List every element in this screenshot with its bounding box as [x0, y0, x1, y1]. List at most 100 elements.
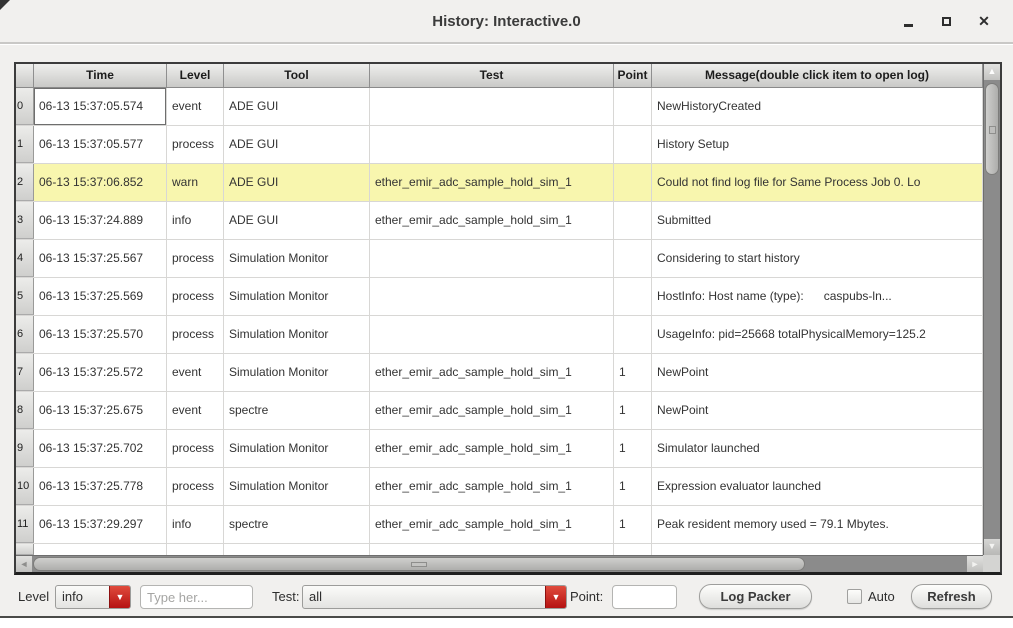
cell-tool[interactable]: ADE GUI	[224, 88, 370, 125]
cell-time[interactable]: 06-13 15:37:24.889	[34, 202, 167, 239]
cell-message[interactable]: NewPoint	[652, 354, 983, 391]
scroll-down-icon[interactable]: ▼	[984, 539, 1000, 555]
cell-level[interactable]: info	[167, 506, 224, 543]
cell-time[interactable]: 06-13 15:37:25.702	[34, 430, 167, 467]
test-dropdown[interactable]: all ▼	[302, 585, 567, 609]
cell-tool[interactable]: Simulation Monitor	[224, 316, 370, 353]
table-row[interactable]: 006-13 15:37:05.574eventADE GUINewHistor…	[16, 88, 983, 126]
cell-level[interactable]: process	[167, 240, 224, 277]
scroll-left-icon[interactable]: ◄	[16, 556, 32, 572]
cell-time[interactable]: 06-13 15:37:25.675	[34, 392, 167, 429]
cell-message[interactable]: Peak resident memory used = 79.1 Mbytes.	[652, 506, 983, 543]
cell-message[interactable]: Expression evaluator launched	[652, 468, 983, 505]
cell-time[interactable]: 06-13 15:37:25.572	[34, 354, 167, 391]
table-row[interactable]: 806-13 15:37:25.675eventspectreether_emi…	[16, 392, 983, 430]
cell-time[interactable]: 06-13 15:37:05.574	[34, 88, 167, 125]
table-row[interactable]: 506-13 15:37:25.569processSimulation Mon…	[16, 278, 983, 316]
cell-test[interactable]	[370, 278, 614, 315]
cell-tool[interactable]: spectre	[224, 392, 370, 429]
search-input[interactable]	[140, 585, 253, 609]
titlebar[interactable]: History: Interactive.0 ✕	[0, 0, 1013, 44]
column-header-time[interactable]: Time	[34, 64, 167, 87]
cell-time[interactable]: 06-13 15:37:25.778	[34, 468, 167, 505]
table-row[interactable]: 206-13 15:37:06.852warnADE GUIether_emir…	[16, 164, 983, 202]
horizontal-scrollbar[interactable]: ◄ ►	[16, 555, 983, 572]
cell-point[interactable]: 1	[614, 506, 652, 543]
cell-tool[interactable]: Simulation Monitor	[224, 430, 370, 467]
cell-level[interactable]: event	[167, 392, 224, 429]
table-row[interactable]: 606-13 15:37:25.570processSimulation Mon…	[16, 316, 983, 354]
log-packer-button[interactable]: Log Packer	[699, 584, 812, 609]
cell-level[interactable]: warn	[167, 164, 224, 201]
cell-tool[interactable]: ADE GUI	[224, 202, 370, 239]
column-header-test[interactable]: Test	[370, 64, 614, 87]
table-row[interactable]: 106-13 15:37:05.577processADE GUIHistory…	[16, 126, 983, 164]
cell-tool[interactable]: Simulation Monitor	[224, 354, 370, 391]
table-row[interactable]: 406-13 15:37:25.567processSimulation Mon…	[16, 240, 983, 278]
level-dropdown[interactable]: info ▼	[55, 585, 131, 609]
cell-test[interactable]	[370, 126, 614, 163]
cell-test[interactable]	[370, 88, 614, 125]
column-header-tool[interactable]: Tool	[224, 64, 370, 87]
table-row[interactable]: 306-13 15:37:24.889infoADE GUIether_emir…	[16, 202, 983, 240]
cell-point[interactable]	[614, 240, 652, 277]
cell-message[interactable]: UsageInfo: pid=25668 totalPhysicalMemory…	[652, 316, 983, 353]
cell-level[interactable]: event	[167, 88, 224, 125]
cell-tool[interactable]: ADE GUI	[224, 126, 370, 163]
cell-message[interactable]: Simulator launched	[652, 430, 983, 467]
cell-test[interactable]: ether_emir_adc_sample_hold_sim_1	[370, 202, 614, 239]
cell-message[interactable]: Considering to start history	[652, 240, 983, 277]
cell-time[interactable]: 06-13 15:37:25.569	[34, 278, 167, 315]
cell-time[interactable]: 06-13 15:37:06.852	[34, 164, 167, 201]
cell-point[interactable]	[614, 126, 652, 163]
table-row[interactable]: 1006-13 15:37:25.778processSimulation Mo…	[16, 468, 983, 506]
cell-point[interactable]: 1	[614, 468, 652, 505]
cell-level[interactable]: process	[167, 430, 224, 467]
column-header-message[interactable]: Message(double click item to open log)	[652, 64, 983, 87]
cell-time[interactable]: 06-13 15:37:25.570	[34, 316, 167, 353]
vertical-scrollbar[interactable]: ▲ ▼	[983, 64, 1000, 555]
cell-test[interactable]: ether_emir_adc_sample_hold_sim_1	[370, 430, 614, 467]
cell-point[interactable]	[614, 202, 652, 239]
column-header-level[interactable]: Level	[167, 64, 224, 87]
cell-point[interactable]	[614, 278, 652, 315]
cell-tool[interactable]: Simulation Monitor	[224, 240, 370, 277]
cell-message[interactable]: Submitted	[652, 202, 983, 239]
scroll-right-icon[interactable]: ►	[967, 556, 983, 572]
cell-level[interactable]: process	[167, 468, 224, 505]
cell-test[interactable]	[370, 316, 614, 353]
cell-time[interactable]: 06-13 15:37:25.567	[34, 240, 167, 277]
cell-message[interactable]: History Setup	[652, 126, 983, 163]
cell-level[interactable]: process	[167, 316, 224, 353]
vertical-scrollbar-thumb[interactable]	[985, 83, 999, 175]
maximize-button[interactable]	[935, 10, 957, 32]
cell-test[interactable]: ether_emir_adc_sample_hold_sim_1	[370, 354, 614, 391]
cell-point[interactable]	[614, 164, 652, 201]
cell-level[interactable]: process	[167, 278, 224, 315]
cell-test[interactable]: ether_emir_adc_sample_hold_sim_1	[370, 164, 614, 201]
cell-level[interactable]: process	[167, 126, 224, 163]
cell-point[interactable]: 1	[614, 392, 652, 429]
point-input[interactable]	[612, 585, 677, 609]
close-button[interactable]: ✕	[973, 10, 995, 32]
cell-time[interactable]: 06-13 15:37:29.297	[34, 506, 167, 543]
auto-checkbox[interactable]	[847, 589, 862, 604]
cell-message[interactable]: NewPoint	[652, 392, 983, 429]
minimize-button[interactable]	[897, 10, 919, 32]
cell-tool[interactable]: spectre	[224, 506, 370, 543]
cell-message[interactable]: Could not find log file for Same Process…	[652, 164, 983, 201]
cell-tool[interactable]: Simulation Monitor	[224, 278, 370, 315]
table-row[interactable]: 1106-13 15:37:29.297infospectreether_emi…	[16, 506, 983, 544]
cell-test[interactable]: ether_emir_adc_sample_hold_sim_1	[370, 506, 614, 543]
horizontal-scrollbar-thumb[interactable]	[33, 557, 805, 571]
cell-point[interactable]	[614, 316, 652, 353]
column-header-index[interactable]	[16, 64, 34, 87]
cell-time[interactable]: 06-13 15:37:05.577	[34, 126, 167, 163]
cell-point[interactable]: 1	[614, 430, 652, 467]
cell-test[interactable]: ether_emir_adc_sample_hold_sim_1	[370, 392, 614, 429]
cell-level[interactable]: event	[167, 354, 224, 391]
cell-level[interactable]: info	[167, 202, 224, 239]
column-header-point[interactable]: Point	[614, 64, 652, 87]
scroll-up-icon[interactable]: ▲	[984, 64, 1000, 80]
chevron-down-icon[interactable]: ▼	[109, 586, 130, 608]
